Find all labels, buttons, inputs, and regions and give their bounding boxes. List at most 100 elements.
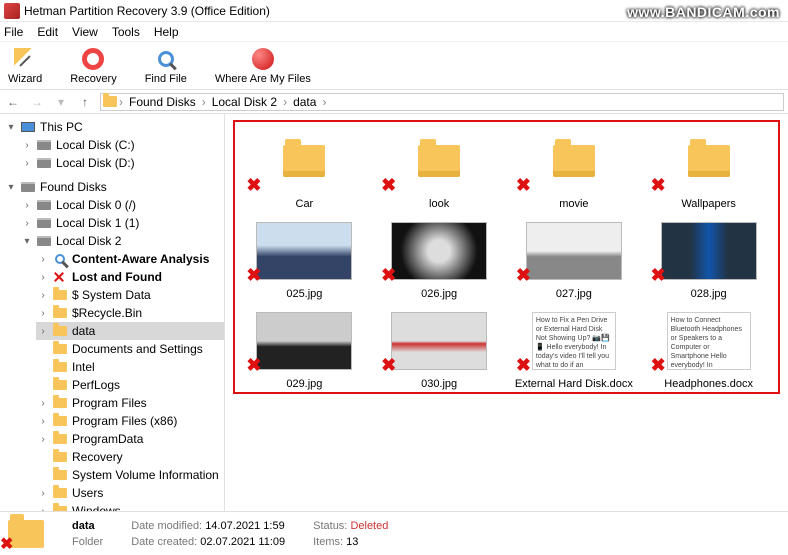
folder-icon: [53, 362, 67, 372]
deleted-x-icon: ✖: [246, 355, 261, 376]
folder-icon: [53, 308, 67, 318]
watermark-text: www.BANDICAM.com: [627, 4, 780, 20]
history-dropdown[interactable]: ▾: [52, 93, 70, 111]
find-file-label: Find File: [145, 73, 187, 85]
tree-ld0[interactable]: ›Local Disk 0 (/): [20, 196, 224, 214]
tree-program-files-x86[interactable]: ›Program Files (x86): [36, 412, 224, 430]
magnifier-icon: [55, 254, 65, 264]
tree-recycle[interactable]: ›$Recycle.Bin: [36, 304, 224, 322]
folder-icon: [53, 452, 67, 462]
tree-data[interactable]: ›data: [36, 322, 224, 340]
folder-icon: [53, 506, 67, 511]
label-date-modified: Date modified:: [131, 520, 202, 532]
tree-system-data[interactable]: ›$ System Data: [36, 286, 224, 304]
disk-icon: [37, 200, 51, 210]
deleted-x-icon: ✖: [651, 175, 666, 196]
image-thumbnail: [391, 312, 487, 370]
breadcrumb-bar[interactable]: › Found Disks › Local Disk 2 › data ›: [100, 93, 784, 111]
tree-programdata[interactable]: ›ProgramData: [36, 430, 224, 448]
folder-icon: [53, 488, 67, 498]
tree-this-pc[interactable]: ▾This PC: [4, 118, 224, 136]
recovery-button[interactable]: Recovery: [70, 47, 116, 85]
up-button[interactable]: ↑: [76, 93, 94, 111]
tree-perflogs[interactable]: ·PerfLogs: [36, 376, 224, 394]
value-items: 13: [346, 536, 358, 548]
deleted-x-icon: ✖: [381, 355, 396, 376]
folder-icon: [53, 380, 67, 390]
deleted-x-icon: ✖: [381, 175, 396, 196]
document-item[interactable]: How to Fix a Pen Drive or External Hard …: [514, 310, 634, 390]
deleted-x-icon: ✖: [516, 175, 531, 196]
folder-icon: [53, 434, 67, 444]
folder-item[interactable]: ✖movie: [514, 130, 634, 210]
toolbar: Wizard Recovery Find File Where Are My F…: [0, 42, 788, 90]
folder-tree[interactable]: ▾This PC ›Local Disk (C:) ›Local Disk (D…: [0, 114, 225, 511]
folder-item[interactable]: ✖ look: [379, 130, 499, 210]
tree-found-disks[interactable]: ▾Found Disks: [4, 178, 224, 196]
image-item[interactable]: ✖026.jpg: [379, 220, 499, 300]
image-item[interactable]: ✖ 025.jpg: [244, 220, 364, 300]
address-bar: ← → ▾ ↑ › Found Disks › Local Disk 2 › d…: [0, 90, 788, 114]
tree-lost-found[interactable]: ›Lost and Found: [36, 268, 224, 286]
image-item[interactable]: ✖030.jpg: [379, 310, 499, 390]
forward-button[interactable]: →: [28, 93, 46, 111]
tree-windows[interactable]: ›Windows: [36, 502, 224, 511]
image-item[interactable]: ✖027.jpg: [514, 220, 634, 300]
wizard-label: Wizard: [8, 73, 42, 85]
folder-icon: [53, 416, 67, 426]
image-thumbnail: [391, 222, 487, 280]
deleted-x-icon: ✖: [516, 355, 531, 376]
folder-icon: [53, 398, 67, 408]
item-label: 025.jpg: [286, 288, 322, 300]
document-thumbnail: How to Fix a Pen Drive or External Hard …: [532, 312, 616, 370]
item-label: look: [429, 198, 449, 210]
content-pane[interactable]: ✖Car✖look✖movie✖Wallpapers✖025.jpg✖026.j…: [225, 114, 788, 511]
menu-help[interactable]: Help: [154, 25, 179, 39]
wand-icon: [14, 48, 36, 70]
status-name: data: [72, 520, 103, 532]
disk-icon: [37, 218, 51, 228]
deleted-x-icon: ✖: [516, 265, 531, 286]
recovery-label: Recovery: [70, 73, 116, 85]
menu-tools[interactable]: Tools: [112, 25, 140, 39]
tree-local-c[interactable]: ›Local Disk (C:): [20, 136, 224, 154]
menu-view[interactable]: View: [72, 25, 98, 39]
tree-users[interactable]: ›Users: [36, 484, 224, 502]
crumb-data[interactable]: data: [289, 95, 320, 109]
tree-content-aware[interactable]: ›Content-Aware Analysis: [36, 250, 224, 268]
label-status: Status:: [313, 520, 347, 532]
wizard-button[interactable]: Wizard: [8, 47, 42, 85]
image-item[interactable]: ✖029.jpg: [244, 310, 364, 390]
item-label: 026.jpg: [421, 288, 457, 300]
tree-program-files[interactable]: ›Program Files: [36, 394, 224, 412]
folder-item[interactable]: ✖ Wallpapers: [649, 130, 769, 210]
folder-icon: [53, 326, 67, 336]
deleted-x-icon: ✖: [651, 355, 666, 376]
deleted-x-icon: ✖: [0, 534, 13, 554]
find-file-button[interactable]: Find File: [145, 47, 187, 85]
tree-ld2[interactable]: ▾Local Disk 2: [20, 232, 224, 250]
menu-file[interactable]: File: [4, 25, 23, 39]
red-button-icon: [252, 48, 274, 70]
image-thumbnail: [526, 222, 622, 280]
tree-local-d[interactable]: ›Local Disk (D:): [20, 154, 224, 172]
document-item[interactable]: How to Connect Bluetooth Headphones or S…: [649, 310, 769, 390]
crumb-found-disks[interactable]: Found Disks: [125, 95, 200, 109]
pc-icon: [21, 122, 35, 132]
tree-recovery[interactable]: ·Recovery: [36, 448, 224, 466]
item-label: Wallpapers: [681, 198, 736, 210]
disk-icon: [37, 140, 51, 150]
menu-edit[interactable]: Edit: [37, 25, 58, 39]
tree-ld1[interactable]: ›Local Disk 1 (1): [20, 214, 224, 232]
image-item[interactable]: ✖028.jpg: [649, 220, 769, 300]
image-thumbnail: [661, 222, 757, 280]
folder-item[interactable]: ✖Car: [244, 130, 364, 210]
deleted-x-icon: ✖: [246, 265, 261, 286]
crumb-local-disk-2[interactable]: Local Disk 2: [208, 95, 281, 109]
where-are-my-files-button[interactable]: Where Are My Files: [215, 47, 311, 85]
item-label: External Hard Disk.docx: [515, 378, 633, 390]
tree-svi[interactable]: ·System Volume Information: [36, 466, 224, 484]
tree-intel[interactable]: ·Intel: [36, 358, 224, 376]
tree-documents-settings[interactable]: ·Documents and Settings: [36, 340, 224, 358]
back-button[interactable]: ←: [4, 93, 22, 111]
